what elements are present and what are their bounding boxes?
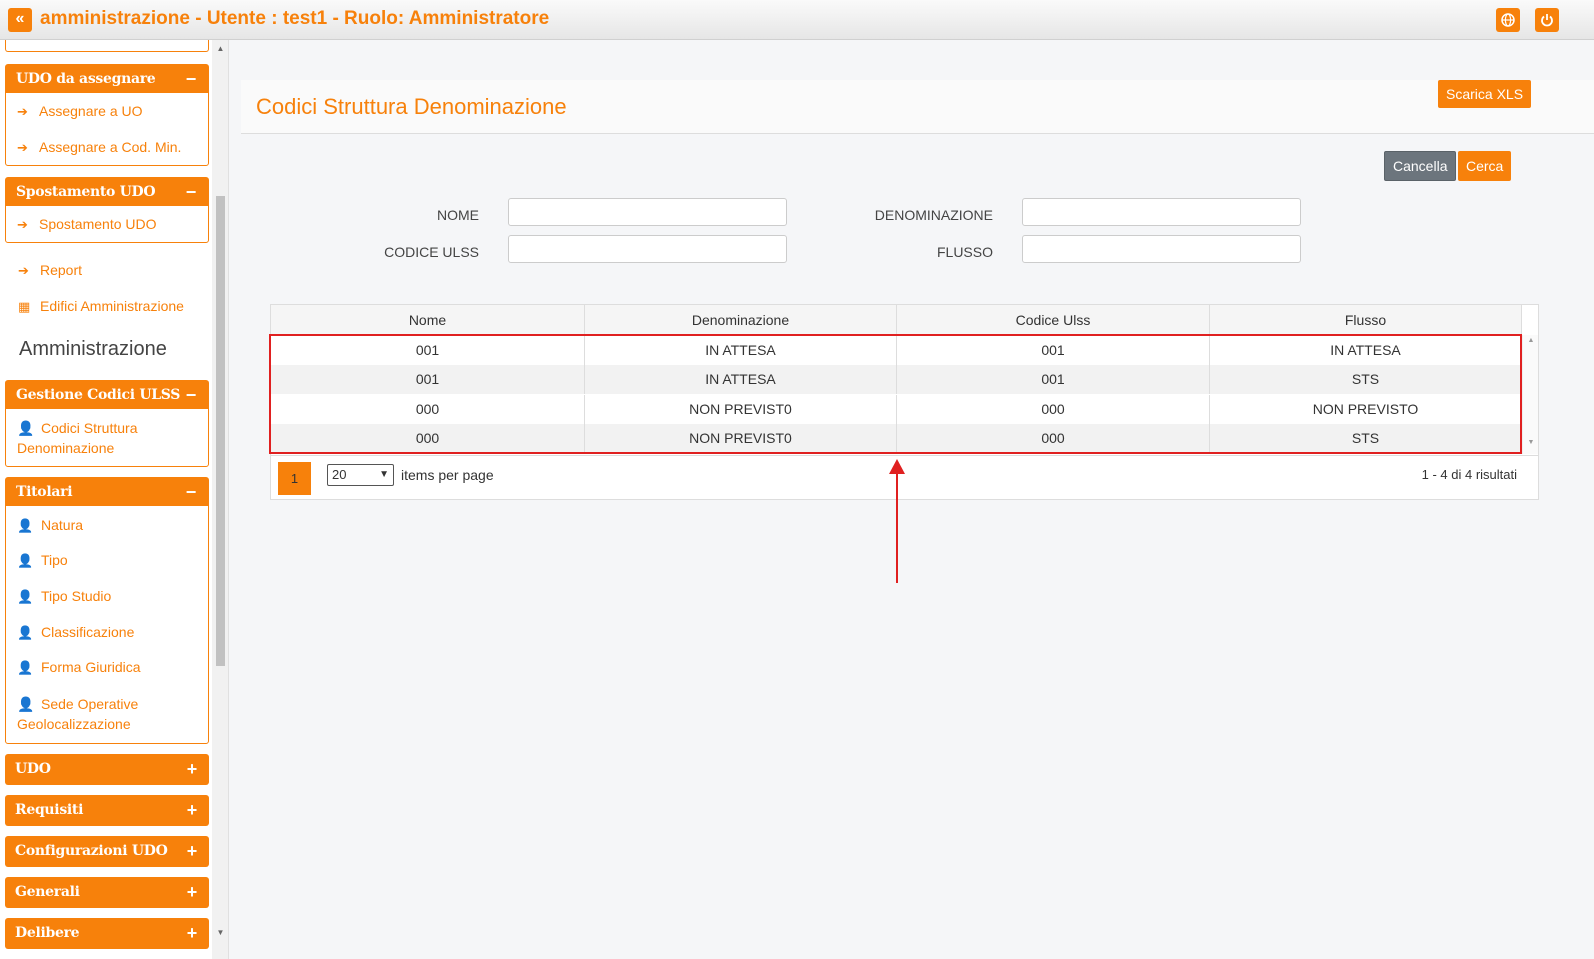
- results-count: 1 - 4 di 4 risultati: [1421, 467, 1517, 482]
- globe-icon[interactable]: [1496, 8, 1520, 32]
- cutoff-panel: [5, 40, 209, 52]
- annotation-arrow-line: [896, 470, 898, 583]
- sidebar-item-forma-giuridica[interactable]: 👤 Forma Giuridica: [17, 659, 141, 676]
- arrow-right-icon: ➔: [17, 217, 28, 232]
- annotation-highlight-box: [269, 334, 1522, 454]
- arrow-right-icon: ➔: [18, 263, 29, 278]
- user-edit-icon: 👤: [17, 696, 35, 712]
- column-header-flusso[interactable]: Flusso: [1210, 305, 1522, 334]
- sidebar-item-sede-operative[interactable]: 👤 Sede Operative Geolocalizzazione: [17, 694, 167, 734]
- panel-configurazioni-udo[interactable]: Configurazioni UDO +: [5, 836, 209, 867]
- building-icon: ▦: [18, 299, 31, 314]
- expand-icon[interactable]: +: [187, 836, 198, 867]
- flusso-input[interactable]: [1022, 235, 1301, 263]
- sidebar: UDO da assegnare − ➔ Assegnare a UO ➔ Asse…: [0, 40, 212, 959]
- codice-ulss-input[interactable]: [508, 235, 787, 263]
- arrow-right-icon: ➔: [17, 140, 28, 155]
- panel-header-spostamento-udo[interactable]: Spostamento UDO −: [6, 178, 208, 206]
- app-title: amministrazione - Utente : test1 - Ruolo…: [40, 8, 550, 29]
- items-per-page-label: items per page: [401, 467, 494, 483]
- expand-icon[interactable]: +: [187, 795, 198, 826]
- power-icon[interactable]: [1535, 8, 1559, 32]
- scrollbar-thumb[interactable]: [216, 196, 225, 666]
- sidebar-item-classificazione[interactable]: 👤 Classificazione: [17, 624, 134, 641]
- denominazione-label: DENOMINAZIONE: [874, 207, 993, 223]
- user-edit-icon: 👤: [17, 420, 35, 436]
- panel-header-udo-da-assegnare[interactable]: UDO da assegnare −: [6, 65, 208, 93]
- scroll-up-icon[interactable]: ▲: [1523, 337, 1539, 344]
- sidebar-item-assegnare-cod-min[interactable]: ➔ Assegnare a Cod. Min.: [17, 139, 181, 156]
- panel-delibere[interactable]: Delibere +: [5, 918, 209, 949]
- grid-header: Nome Denominazione Codice Ulss Flusso: [271, 305, 1522, 335]
- panel-spostamento-udo: Spostamento UDO −: [5, 177, 209, 243]
- user-edit-icon: 👤: [17, 625, 34, 640]
- collapse-icon[interactable]: −: [186, 381, 197, 409]
- panel-header-gestione-codici-ulss[interactable]: Gestione Codici ULSS −: [6, 381, 208, 409]
- sidebar-item-codici-struttura[interactable]: 👤 Codici Struttura Denominazione: [17, 418, 197, 458]
- search-button[interactable]: Cerca: [1458, 151, 1512, 181]
- chevron-down-icon: ▼: [379, 469, 389, 480]
- page-button-current[interactable]: 1: [278, 462, 311, 495]
- panel-udo[interactable]: UDO +: [5, 754, 209, 785]
- page-header: Codici Struttura Denominazione: [241, 80, 1594, 134]
- scroll-up-icon[interactable]: ▲: [212, 42, 229, 56]
- denominazione-input[interactable]: [1022, 198, 1301, 226]
- flusso-label: FLUSSO: [936, 244, 993, 260]
- sidebar-item-tipo[interactable]: 👤 Tipo: [17, 552, 68, 569]
- panel-header-titolari[interactable]: Titolari −: [6, 478, 208, 506]
- section-title-amministrazione: Amministrazione: [19, 338, 167, 360]
- export-xls-button[interactable]: Scarica XLS: [1438, 80, 1532, 108]
- scroll-down-icon[interactable]: ▼: [212, 926, 229, 940]
- expand-icon[interactable]: +: [187, 754, 198, 785]
- nome-input[interactable]: [508, 198, 787, 226]
- cancel-button[interactable]: Cancella: [1384, 151, 1457, 181]
- sidebar-item-edifici[interactable]: ▦ Edifici Amministrazione: [18, 298, 184, 315]
- collapse-icon[interactable]: −: [186, 478, 197, 506]
- sidebar-item-spostamento-udo[interactable]: ➔ Spostamento UDO: [17, 216, 157, 233]
- sidebar-item-report[interactable]: ➔ Report: [18, 262, 82, 279]
- sidebar-scrollbar[interactable]: ▲ ▼: [212, 40, 229, 959]
- user-edit-icon: 👤: [17, 660, 34, 675]
- collapse-sidebar-button[interactable]: «: [8, 8, 32, 32]
- collapse-icon[interactable]: −: [186, 178, 197, 206]
- panel-generali[interactable]: Generali +: [5, 877, 209, 908]
- page-title: Codici Struttura Denominazione: [256, 94, 567, 119]
- arrow-right-icon: ➔: [17, 104, 28, 119]
- sidebar-item-natura[interactable]: 👤 Natura: [17, 517, 83, 534]
- user-edit-icon: 👤: [17, 553, 34, 568]
- user-edit-icon: 👤: [17, 518, 34, 533]
- panel-requisiti[interactable]: Requisiti +: [5, 795, 209, 826]
- top-bar: « amministrazione - Utente : test1 - Ruo…: [0, 0, 1594, 40]
- codice-ulss-label: CODICE ULSS: [384, 244, 479, 260]
- column-header-codice-ulss[interactable]: Codice Ulss: [897, 305, 1210, 334]
- user-edit-icon: 👤: [17, 589, 34, 604]
- main-content: Codici Struttura Denominazione Scarica X…: [230, 40, 1594, 959]
- grid-scrollbar[interactable]: ▲ ▼: [1522, 335, 1538, 454]
- nome-label: NOME: [437, 207, 479, 223]
- column-header-denominazione[interactable]: Denominazione: [585, 305, 897, 334]
- collapse-icon[interactable]: −: [186, 65, 197, 93]
- items-per-page-select[interactable]: 20 ▼: [327, 464, 394, 486]
- column-header-nome[interactable]: Nome: [271, 305, 585, 334]
- expand-icon[interactable]: +: [187, 877, 198, 908]
- sidebar-item-assegnare-uo[interactable]: ➔ Assegnare a UO: [17, 103, 143, 120]
- sidebar-item-tipo-studio[interactable]: 👤 Tipo Studio: [17, 588, 111, 605]
- scroll-down-icon[interactable]: ▼: [1523, 439, 1539, 446]
- expand-icon[interactable]: +: [187, 918, 198, 949]
